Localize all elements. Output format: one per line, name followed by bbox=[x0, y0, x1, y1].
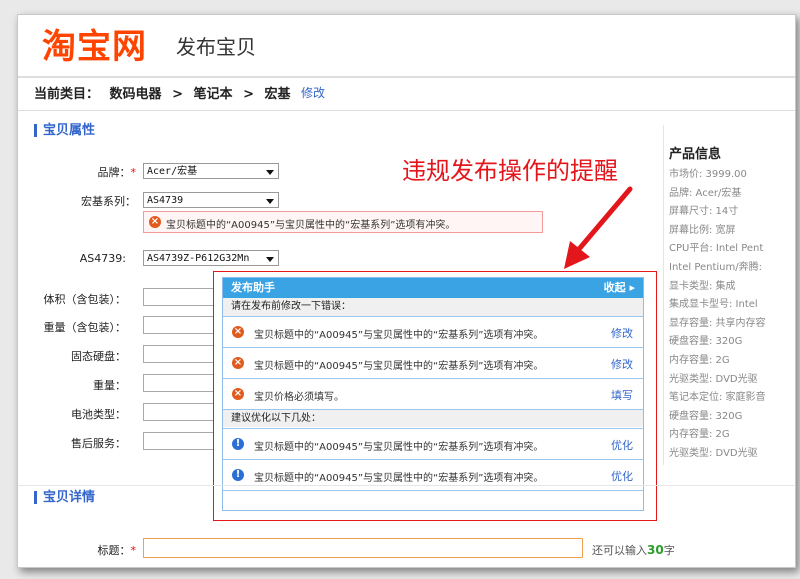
annotation-arrow-icon bbox=[564, 186, 633, 269]
volume-label: 体积（含包装）： bbox=[43, 293, 127, 306]
after-sales-label: 售后服务： bbox=[71, 437, 126, 450]
series-label: 宏基系列： bbox=[81, 195, 136, 208]
product-info-row: Intel Pentium/奔腾: bbox=[669, 261, 762, 273]
error-item: × 宝贝价格必须填写。 填写 bbox=[223, 378, 643, 409]
error-icon: × bbox=[149, 216, 161, 228]
product-info-row: 显存容量: 共享内存容 bbox=[669, 317, 766, 329]
battery-label: 电池类型： bbox=[71, 408, 126, 421]
product-info-row: 硬盘容量: 320G bbox=[669, 410, 743, 422]
error-item: × 宝贝标题中的“A00945”与宝贝属性中的“宏基系列”选项有冲突。 修改 bbox=[223, 347, 643, 378]
breadcrumb-separator: > bbox=[243, 87, 254, 102]
section-title-attributes: 宝贝属性 bbox=[34, 124, 95, 137]
taobao-logo[interactable]: 淘宝网 bbox=[42, 19, 147, 68]
info-icon: ! bbox=[232, 438, 244, 450]
error-text: 宝贝标题中的“A00945”与宝贝属性中的“宏基系列”选项有冲突。 bbox=[254, 361, 544, 372]
model-select[interactable]: AS4739Z-P612G32Mn bbox=[143, 250, 279, 266]
suggestion-text: 宝贝标题中的“A00945”与宝贝属性中的“宏基系列”选项有冲突。 bbox=[254, 442, 544, 453]
product-info-row: 光驱类型: DVD光驱 bbox=[669, 373, 758, 385]
product-info-row: 品牌: Acer/宏基 bbox=[669, 187, 742, 199]
error-icon: × bbox=[232, 326, 244, 338]
product-info-row: 市场价: 3999.00 bbox=[669, 169, 747, 180]
product-info-row: 光驱类型: DVD光驱 bbox=[669, 447, 758, 459]
product-info-row: 硬盘容量: 320G bbox=[669, 336, 743, 348]
screenshot-frame: 淘宝网 发布宝贝 当前类目： 数码电器 > 笔记本 > 宏基 修改 宝贝属性 品… bbox=[17, 14, 796, 568]
fill-link[interactable]: 填写 bbox=[611, 387, 633, 403]
error-text: 宝贝价格必须填写。 bbox=[254, 392, 344, 403]
suggestion-item: ! 宝贝标题中的“A00945”与宝贝属性中的“宏基系列”选项有冲突。 优化 bbox=[223, 428, 643, 459]
breadcrumb: 当前类目： 数码电器 > 笔记本 > 宏基 bbox=[34, 83, 297, 102]
errors-heading: 请在发布前修改一下错误： bbox=[223, 298, 643, 316]
collapse-button[interactable]: 收起 ▸ bbox=[604, 278, 635, 298]
chevron-down-icon bbox=[266, 199, 274, 204]
suggestion-text: 宝贝标题中的“A00945”与宝贝属性中的“宏基系列”选项有冲突。 bbox=[254, 473, 544, 484]
series-error-box: × 宝贝标题中的“A00945”与宝贝属性中的“宏基系列”选项有冲突。 bbox=[143, 211, 543, 233]
error-item: × 宝贝标题中的“A00945”与宝贝属性中的“宏基系列”选项有冲突。 修改 bbox=[223, 316, 643, 347]
error-text: 宝贝标题中的“A00945”与宝贝属性中的“宏基系列”选项有冲突。 bbox=[254, 330, 544, 341]
breadcrumb-item-digital: 数码电器 bbox=[109, 87, 162, 102]
product-info-row: CPU平台: Intel Pent bbox=[669, 243, 764, 255]
fix-link[interactable]: 修改 bbox=[611, 356, 633, 372]
brand-select[interactable]: Acer/宏基 bbox=[143, 163, 279, 179]
optimize-link[interactable]: 优化 bbox=[611, 468, 633, 484]
ssd-label: 固态硬盘： bbox=[71, 350, 126, 363]
optimize-link[interactable]: 优化 bbox=[611, 437, 633, 453]
series-error-text: 宝贝标题中的“A00945”与宝贝属性中的“宏基系列”选项有冲突。 bbox=[166, 220, 456, 231]
model-label: AS4739: bbox=[79, 252, 126, 265]
page-title: 发布宝贝 bbox=[176, 35, 256, 59]
product-info-row: 屏幕比例: 宽屏 bbox=[669, 224, 736, 236]
product-info-row: 集成显卡型号: Intel bbox=[669, 299, 758, 311]
product-info-title: 产品信息 bbox=[669, 147, 722, 162]
product-info-row: 内存容量: 2G bbox=[669, 429, 730, 441]
weight-packed-label: 重量（含包装）： bbox=[43, 321, 127, 334]
suggestion-item: ! 宝贝标题中的“A00945”与宝贝属性中的“宏基系列”选项有冲突。 优化 bbox=[223, 459, 643, 491]
edit-category-link[interactable]: 修改 bbox=[301, 84, 325, 101]
product-info-row: 内存容量: 2G bbox=[669, 354, 730, 366]
title-input[interactable] bbox=[143, 538, 583, 558]
suggest-heading: 建议优化以下几处： bbox=[223, 409, 643, 427]
popup-title: 发布助手 bbox=[231, 281, 275, 294]
chevron-right-icon: ▸ bbox=[629, 281, 635, 294]
brand-label: 品牌：* bbox=[97, 166, 137, 179]
product-info-panel: 产品信息 市场价: 3999.00 品牌: Acer/宏基 屏幕尺寸: 14寸 … bbox=[669, 143, 795, 464]
breadcrumb-separator: > bbox=[172, 87, 183, 102]
product-info-row: 显卡类型: 集成 bbox=[669, 280, 736, 292]
breadcrumb-item-acer: 宏基 bbox=[264, 87, 291, 102]
violation-annotation: 违规发布操作的提醒 bbox=[402, 157, 618, 185]
section-divider bbox=[18, 485, 795, 486]
error-icon: × bbox=[232, 357, 244, 369]
chevron-down-icon bbox=[266, 257, 274, 262]
column-divider bbox=[663, 125, 664, 465]
info-icon: ! bbox=[232, 469, 244, 481]
section-title-details: 宝贝详情 bbox=[34, 491, 95, 504]
product-info-row: 屏幕尺寸: 14寸 bbox=[669, 206, 739, 218]
series-select[interactable]: AS4739 bbox=[143, 192, 279, 208]
title-char-counter: 还可以输入30字 bbox=[592, 543, 675, 557]
product-info-row: 笔记本定位: 家庭影音 bbox=[669, 392, 766, 404]
popup-header: 发布助手 收起 ▸ bbox=[223, 278, 643, 298]
chevron-down-icon bbox=[266, 170, 274, 175]
fix-link[interactable]: 修改 bbox=[611, 325, 633, 341]
breadcrumb-prefix: 当前类目： bbox=[34, 87, 100, 102]
publish-assistant-popup: 发布助手 收起 ▸ 请在发布前修改一下错误： × 宝贝标题中的“A00945”与… bbox=[222, 277, 644, 511]
error-icon: × bbox=[232, 388, 244, 400]
weight-label: 重量： bbox=[93, 379, 126, 392]
breadcrumb-item-laptop: 笔记本 bbox=[193, 87, 233, 102]
title-label: 标题：* bbox=[97, 544, 137, 557]
